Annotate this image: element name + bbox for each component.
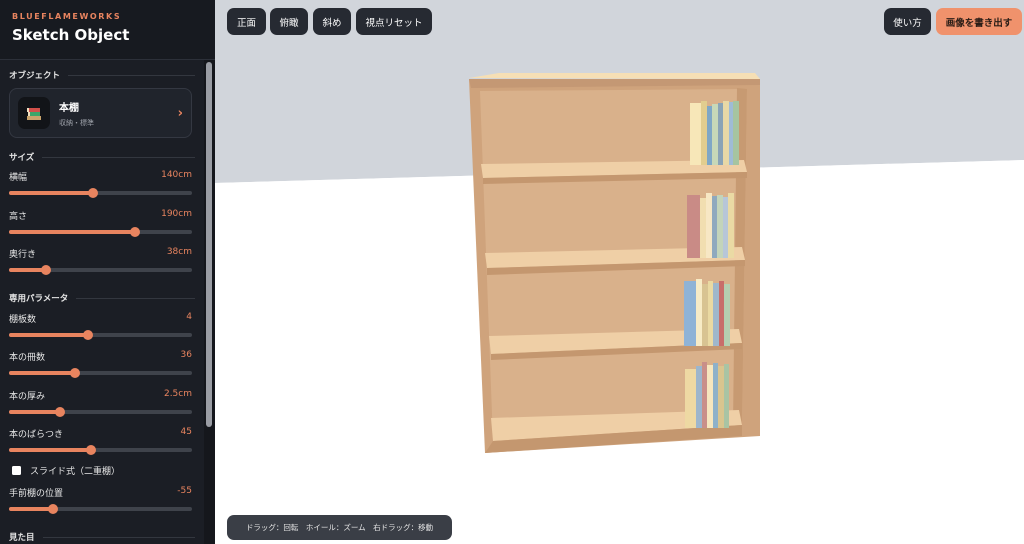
param-value: 45: [180, 427, 192, 437]
section-special: 専用パラメータ: [0, 291, 204, 305]
slider-thumb[interactable]: [40, 265, 51, 275]
book-row: [685, 362, 729, 428]
depth-slider[interactable]: [9, 265, 192, 275]
object-selector[interactable]: 本棚 収納・標準 ›: [9, 88, 192, 138]
bookshelf-model: [469, 73, 760, 453]
app-title: Sketch Object: [12, 26, 130, 44]
section-size: サイズ: [0, 150, 204, 164]
param-label: 本の冊数: [9, 353, 46, 363]
section-appearance: 見た目: [0, 530, 204, 544]
slider-thumb[interactable]: [69, 368, 80, 378]
section-appearance-title: 見た目: [9, 533, 35, 543]
controls-hint: ドラッグ：回転 ホイール：ズーム 右ドラッグ：移動: [227, 515, 452, 540]
shelf-count-slider[interactable]: [9, 330, 192, 340]
sidebar-scrollbar[interactable]: [204, 60, 215, 544]
slider-thumb[interactable]: [82, 330, 93, 340]
section-special-title: 専用パラメータ: [9, 294, 69, 304]
section-size-title: サイズ: [9, 153, 35, 163]
param-value: 4: [186, 312, 192, 322]
section-object-title: オブジェクト: [9, 71, 61, 81]
param-label: 高さ: [9, 212, 28, 222]
sidebar: BLUEFLAMEWORKS Sketch Object オブジェクト 本棚 収…: [0, 0, 215, 544]
param-label: 本のばらつき: [9, 430, 64, 440]
book-thickness-slider[interactable]: [9, 407, 192, 417]
param-width: 横幅 140cm: [9, 170, 192, 200]
param-value: 140cm: [161, 170, 192, 180]
param-value: 38cm: [166, 247, 192, 257]
slider-thumb[interactable]: [86, 445, 97, 455]
slide-option-label: スライド式（二重棚）: [30, 467, 121, 477]
param-front-shelf: 手前棚の位置 -55: [9, 486, 192, 516]
object-category: 収納・標準: [59, 118, 94, 127]
param-shelf-count: 棚板数 4: [9, 312, 192, 342]
height-slider[interactable]: [9, 227, 192, 237]
book-row: [684, 279, 730, 346]
book-variance-slider[interactable]: [9, 445, 192, 455]
param-book-thickness: 本の厚み 2.5cm: [9, 389, 192, 419]
reset-view-button[interactable]: 視点リセット: [356, 8, 432, 35]
shelf-top-face: [469, 73, 760, 79]
view-oblique-button[interactable]: 斜め: [313, 8, 351, 35]
chevron-right-icon: ›: [177, 105, 183, 121]
book-count-slider[interactable]: [9, 368, 192, 378]
width-slider[interactable]: [9, 188, 192, 198]
slide-option[interactable]: スライド式（二重棚）: [12, 464, 120, 477]
param-book-variance: 本のばらつき 45: [9, 427, 192, 457]
param-value: 190cm: [161, 209, 192, 219]
slider-thumb[interactable]: [47, 504, 58, 514]
section-object: オブジェクト: [0, 68, 204, 82]
slider-thumb[interactable]: [55, 407, 66, 417]
param-depth: 奥行き 38cm: [9, 247, 192, 277]
book-row: [690, 101, 739, 165]
slider-thumb[interactable]: [88, 188, 99, 198]
slider-thumb[interactable]: [130, 227, 141, 237]
3d-viewport[interactable]: 正面 俯瞰 斜め 視点リセット 使い方 画像を書き出す ドラッグ：回転 ホイール…: [215, 0, 1024, 544]
param-value: 36: [180, 350, 192, 360]
param-height: 高さ 190cm: [9, 209, 192, 239]
scene-canvas[interactable]: [215, 0, 1024, 544]
param-value: 2.5cm: [163, 389, 192, 399]
param-book-count: 本の冊数 36: [9, 350, 192, 380]
brand-eyebrow: BLUEFLAMEWORKS: [12, 12, 122, 21]
param-label: 横幅: [9, 173, 28, 183]
books-icon: [18, 97, 50, 129]
param-label: 本の厚み: [9, 392, 46, 402]
param-label: 手前棚の位置: [9, 489, 64, 499]
parameter-panel: オブジェクト 本棚 収納・標準 › サイズ 横幅 140cm 高さ 190cm …: [0, 60, 204, 544]
book-row: [687, 193, 734, 258]
export-image-button[interactable]: 画像を書き出す: [936, 8, 1022, 35]
param-value: -55: [177, 486, 192, 496]
brand-header: BLUEFLAMEWORKS Sketch Object: [0, 0, 215, 60]
param-label: 奥行き: [9, 250, 37, 260]
view-top-button[interactable]: 俯瞰: [270, 8, 308, 35]
scrollbar-thumb[interactable]: [206, 62, 212, 427]
slide-checkbox[interactable]: [12, 466, 21, 475]
view-front-button[interactable]: 正面: [227, 8, 266, 35]
front-shelf-slider[interactable]: [9, 504, 192, 514]
object-name: 本棚: [59, 102, 79, 114]
help-button[interactable]: 使い方: [884, 8, 931, 35]
param-label: 棚板数: [9, 315, 37, 325]
